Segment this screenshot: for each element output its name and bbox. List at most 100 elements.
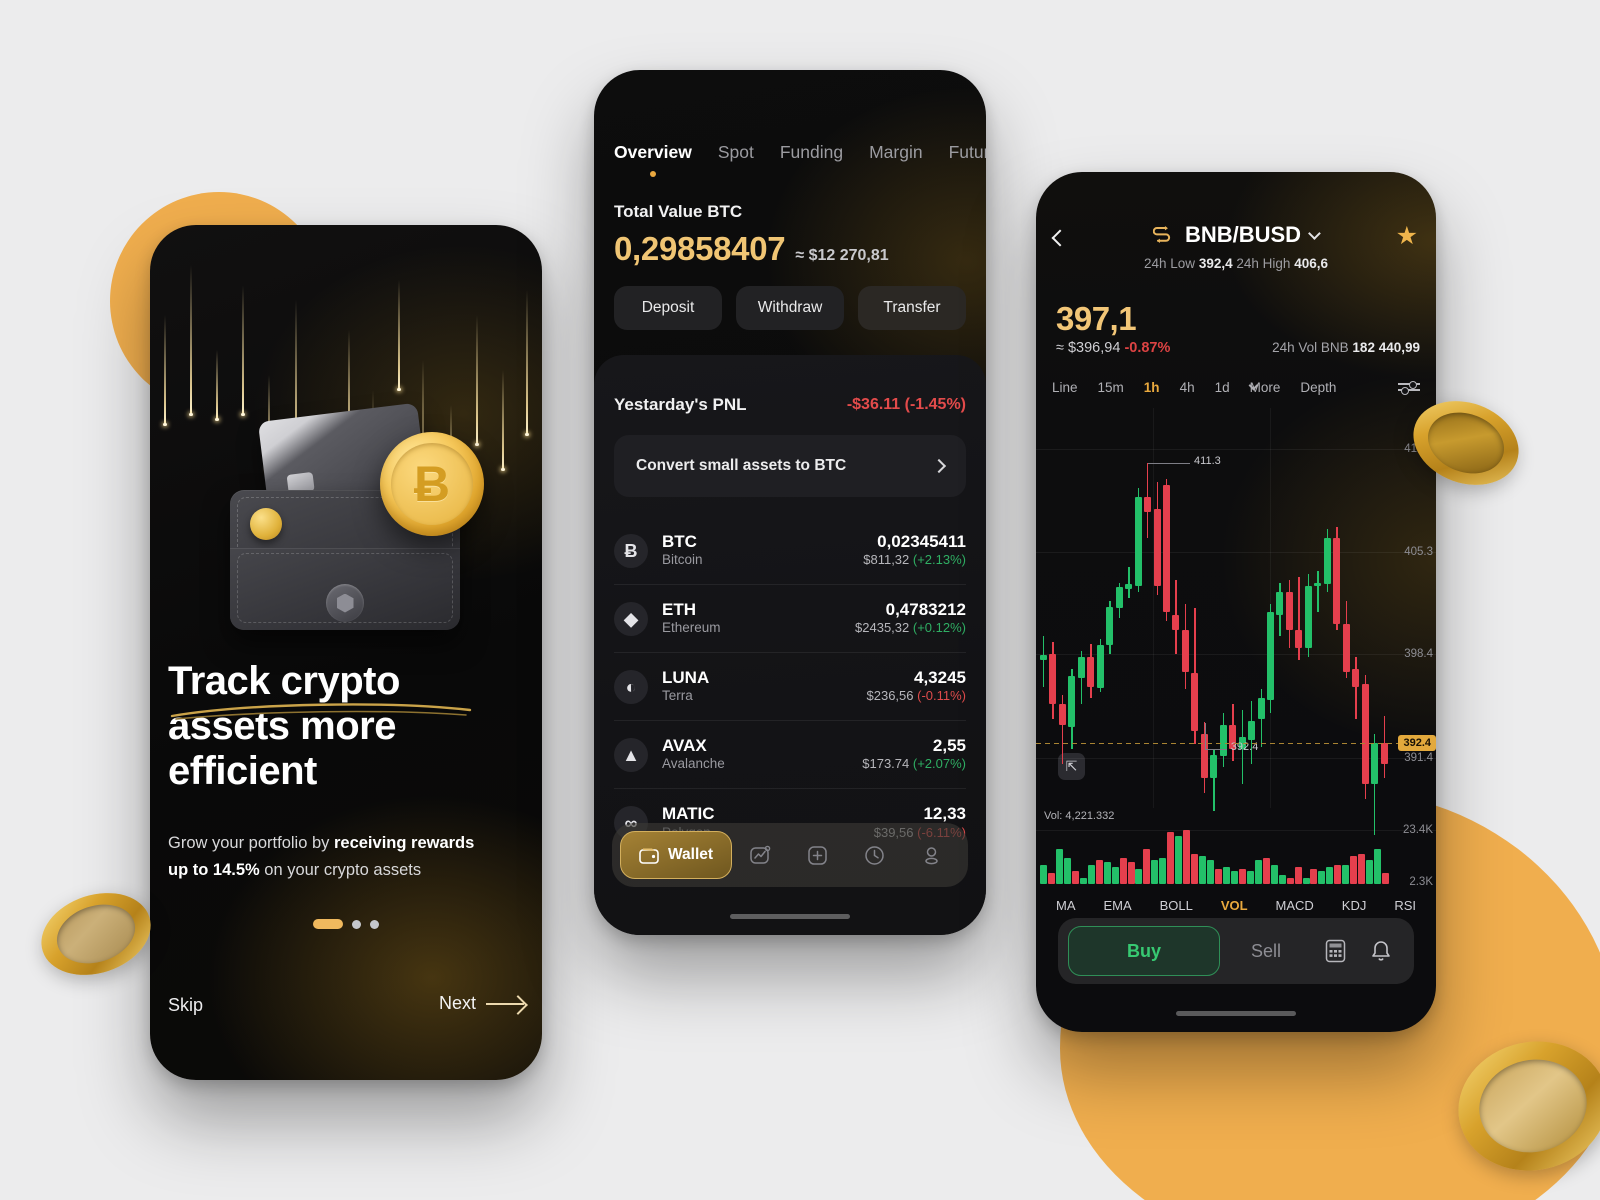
wallet-tab-bar: Overview Spot Funding Margin Futur [614,142,986,163]
asset-row-luna[interactable]: ◐ LUNA Terra 4,3245 $236,56 (-0.11%) [614,653,966,721]
timeframe-15m[interactable]: 15m [1098,380,1124,395]
calculator-icon [1325,939,1345,963]
back-icon[interactable] [1051,229,1069,247]
candle-body [1144,496,1152,512]
volume-bar [1055,849,1063,884]
candle-body [1342,624,1350,672]
subtitle-part-2: on your crypto assets [259,860,422,879]
page-dot-2[interactable] [352,919,361,929]
candle-body [1248,720,1256,740]
deposit-button[interactable]: Deposit [614,286,722,330]
bitcoin-coin-icon: Ƀ [380,432,484,536]
candle-body [1323,538,1331,585]
timeframe-1h[interactable]: 1h [1144,380,1160,395]
candle-body [1295,630,1303,648]
nav-item-wallet[interactable]: Wallet [620,831,733,879]
luna-icon: ◐ [614,669,648,704]
spark-particle [525,290,528,436]
tab-futur[interactable]: Futur [949,142,986,163]
asset-row-eth[interactable]: ◆ ETH Ethereum 0,4783212 $2435,32 (+0.12%) [614,585,966,653]
pair-selector[interactable]: BNB/BUSD [1152,222,1321,248]
candle-body [1106,606,1114,646]
volume-24h: 24h Vol BNB 182 440,99 [1272,340,1420,355]
favorite-star-icon[interactable]: ★ [1396,224,1418,249]
total-value-label: Total Value BTC [614,202,743,221]
volume-bar [1254,860,1262,884]
nav-item-profile[interactable] [903,844,960,867]
volume-bar [1278,875,1286,884]
calculator-button[interactable] [1312,939,1358,963]
avax-icon: ▲ [614,737,648,772]
candle-body [1134,496,1142,586]
indicator-kdj[interactable]: KDJ [1342,898,1367,913]
spark-particle [397,280,400,391]
timeframe-1d[interactable]: 1d [1215,380,1230,395]
volume-bar [1294,866,1302,884]
page-dot-3[interactable] [370,919,379,929]
nav-item-chart[interactable] [732,844,789,867]
asset-list: Ƀ BTC Bitcoin 0,02345411 $811,32 (+2.13%) ◆ ET… [614,517,966,857]
volume-bar [1047,873,1055,884]
sell-button[interactable]: Sell [1220,941,1312,962]
history-icon [865,845,884,865]
asset-row-btc[interactable]: Ƀ BTC Bitcoin 0,02345411 $811,32 (+2.13%) [614,517,966,585]
current-price: 397,1 [1056,300,1137,337]
indicator-vol[interactable]: VOL [1221,898,1248,913]
candle-body [1096,645,1104,688]
volume-value: 182 440,99 [1352,340,1420,355]
small-coin-graphic [250,508,282,540]
tab-funding[interactable]: Funding [780,142,843,163]
next-button[interactable]: Next [439,993,524,1014]
low-label: 24h Low [1144,256,1196,271]
spark-particle [163,315,166,426]
indicator-rsi[interactable]: RSI [1394,898,1416,913]
indicator-macd[interactable]: MACD [1276,898,1314,913]
tab-spot[interactable]: Spot [718,142,754,163]
transfer-button[interactable]: Transfer [858,286,966,330]
nav-item-history[interactable] [846,844,903,867]
alert-button[interactable] [1358,939,1404,963]
trading-header: BNB/BUSD ★ 24h Low 392,4 24h High 406,6 [1036,222,1436,300]
volume-bar [1040,864,1047,884]
volume-text: Vol: 4,221.332 [1044,810,1115,822]
chart-settings-icon[interactable] [1398,381,1420,395]
tab-overview[interactable]: Overview [614,142,692,163]
volume-chart: Vol: 4,221.332 23.4K 2.3K [1036,808,1436,888]
timeframe-line[interactable]: Line [1052,380,1078,395]
withdraw-button[interactable]: Withdraw [736,286,844,330]
asset-row-avax[interactable]: ▲ AVAX Avalanche 2,55 $173.74 (+2.07%) [614,721,966,789]
volume-bar [1183,830,1191,884]
page-dot-1[interactable] [313,919,343,929]
nav-item-add[interactable] [789,844,846,867]
asset-names: ETH Ethereum [662,600,855,638]
subtitle-part-1: Grow your portfolio by [168,834,334,852]
indicator-ma[interactable]: MA [1056,898,1076,913]
candlestick-chart[interactable]: ⇱ 412.2405.3398.4391.4411.3392.4392.4 [1036,408,1436,835]
volume-bar [1302,877,1310,884]
pair-title: BNB/BUSD [1184,222,1302,247]
volume-bar [1215,868,1222,884]
volume-label: 24h Vol BNB [1272,340,1349,355]
timeframe-4h[interactable]: 4h [1180,380,1195,395]
asset-values: 4,3245 $236,56 (-0.11%) [867,668,967,706]
low-value: 392,4 [1198,256,1233,271]
volume-bar [1199,855,1207,884]
title-line-1: Track crypto [168,659,400,703]
candle-body [1257,698,1265,720]
indicator-boll[interactable]: BOLL [1160,898,1193,913]
asset-amount: 4,3245 [914,667,966,687]
candle-body [1191,673,1199,731]
asset-name: Terra [662,688,693,704]
convert-small-assets-button[interactable]: Convert small assets to BTC [614,435,966,497]
indicator-ema[interactable]: EMA [1103,898,1131,913]
asset-change: (+0.12%) [912,620,966,636]
volume-bar [1191,853,1199,884]
asset-amount: 2,55 [932,735,966,755]
volume-bar [1350,855,1358,884]
tab-margin[interactable]: Margin [869,142,923,163]
more-timeframes[interactable]: More [1248,380,1280,395]
buy-button[interactable]: Buy [1068,926,1220,976]
depth-tab[interactable]: Depth [1300,380,1336,395]
plus-icon [808,845,827,865]
skip-button[interactable]: Skip [168,995,203,1016]
